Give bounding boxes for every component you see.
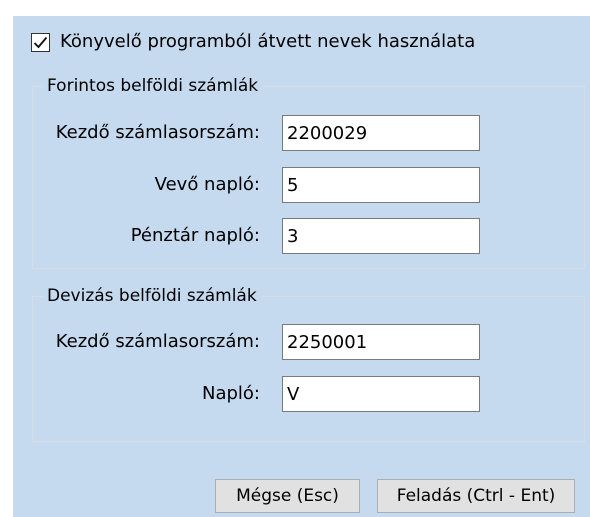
cash-journal-label: Pénztár napló: bbox=[130, 225, 260, 246]
fx-start-number-label: Kezdő számlasorszám: bbox=[55, 331, 260, 352]
cancel-button[interactable]: Mégse (Esc) bbox=[215, 479, 360, 513]
customer-journal-label: Vevő napló: bbox=[154, 174, 260, 195]
fx-start-number-input[interactable] bbox=[282, 324, 480, 360]
cash-journal-input[interactable] bbox=[282, 218, 480, 254]
huf-domestic-invoices-title: Forintos belföldi számlák bbox=[43, 74, 263, 98]
fx-domestic-invoices-title: Devizás belföldi számlák bbox=[43, 284, 261, 308]
use-accounting-names-checkbox[interactable]: Könyvelő programból átvett nevek használ… bbox=[31, 30, 475, 54]
check-mark-icon bbox=[33, 36, 48, 48]
checkbox-box[interactable] bbox=[31, 32, 50, 52]
huf-start-number-input[interactable] bbox=[282, 115, 480, 151]
use-accounting-names-label: Könyvelő programból átvett nevek használ… bbox=[60, 31, 476, 52]
customer-journal-input[interactable] bbox=[282, 167, 480, 203]
fx-domestic-invoices-group: Devizás belföldi számlák bbox=[32, 284, 585, 442]
huf-start-number-label: Kezdő számlasorszám: bbox=[55, 122, 260, 143]
fx-journal-label: Napló: bbox=[202, 383, 260, 404]
submit-button[interactable]: Feladás (Ctrl - Ent) bbox=[377, 479, 575, 513]
fx-journal-input[interactable] bbox=[282, 376, 480, 412]
